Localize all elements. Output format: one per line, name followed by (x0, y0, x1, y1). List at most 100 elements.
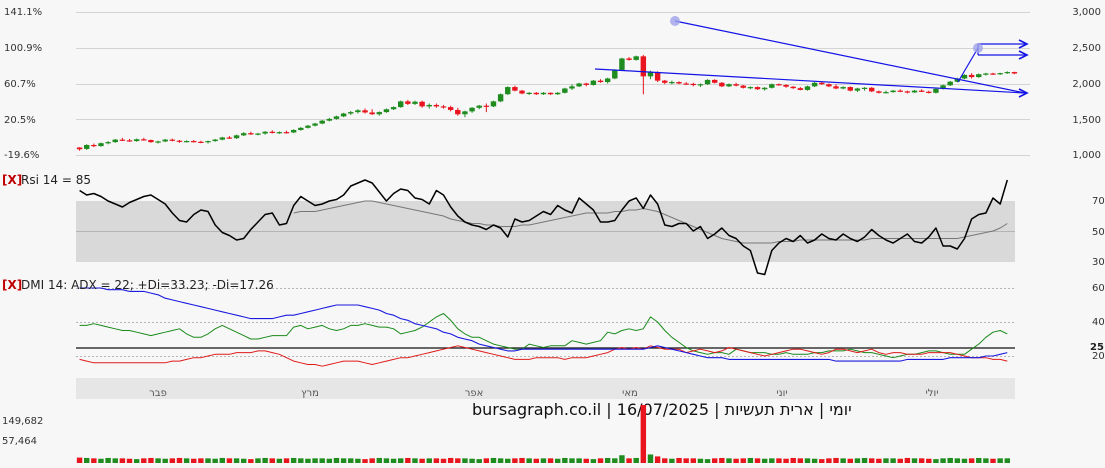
volume-bar (947, 457, 953, 463)
candle-body (619, 58, 625, 70)
candle-body (440, 106, 447, 108)
volume-bar (569, 458, 575, 463)
volume-bar (105, 457, 111, 463)
right-axis-tick: 1,000 (1072, 150, 1101, 161)
candle-body (369, 112, 375, 115)
volume-bar (333, 457, 340, 463)
candle-body (269, 131, 275, 133)
volume-bar (462, 458, 468, 463)
candle-body (847, 87, 854, 91)
candle-body (476, 105, 482, 108)
candle-body (519, 90, 525, 94)
volume-bar (590, 459, 597, 463)
volume-bar (440, 458, 447, 463)
candle-body (426, 104, 432, 107)
candle-body (469, 107, 475, 112)
candle-body (683, 83, 689, 85)
volume-bar (976, 457, 982, 463)
candle-body (83, 144, 90, 149)
volume-bar (148, 457, 154, 463)
volume-bar (726, 458, 732, 463)
volume-bar (83, 457, 90, 463)
volume-bar (405, 457, 411, 463)
candle-body (826, 84, 832, 87)
volume-bar (376, 457, 383, 463)
anchor-point[interactable] (670, 16, 680, 26)
candle-body (911, 90, 918, 93)
candle-body (462, 111, 468, 115)
anchor-point[interactable] (973, 43, 983, 53)
volume-bar (290, 457, 297, 463)
volume-bar (126, 458, 133, 463)
candle-body (968, 74, 975, 78)
volume-bar (312, 458, 318, 463)
volume-bar (918, 458, 925, 463)
candle-body (205, 141, 211, 143)
volume-bar (961, 458, 968, 463)
rsi-axis-tick: 70 (1092, 196, 1105, 207)
candle-body (298, 127, 304, 130)
volume-bar (604, 457, 611, 463)
candle-body (983, 73, 989, 75)
candle-body (355, 110, 361, 113)
volume-bar (412, 458, 418, 463)
candle-body (1011, 72, 1018, 74)
volume-bar (533, 458, 540, 463)
volume-bar (583, 458, 589, 463)
volume-bar (990, 458, 996, 463)
candle-body (312, 123, 318, 126)
candle-body (219, 137, 226, 140)
volume-bar (248, 459, 254, 463)
candle-body (654, 72, 661, 81)
dmi-close-button[interactable]: [X] (2, 278, 22, 292)
month-label: יוני (776, 388, 787, 399)
volume-bar (355, 458, 361, 463)
volume-bar (205, 458, 211, 463)
volume-bar (733, 458, 739, 463)
rsi-close-button[interactable]: [X] (2, 173, 22, 187)
volume-bar (804, 458, 811, 463)
volume-bar (883, 458, 889, 463)
candle-body (947, 81, 953, 86)
volume-bar (497, 458, 504, 463)
candle-body (390, 107, 397, 110)
candle-body (212, 139, 218, 142)
volume-bar (911, 458, 918, 463)
volume-bar (776, 458, 782, 463)
candle-body (918, 90, 925, 92)
dmi-axis-tick: 40 (1092, 317, 1105, 328)
volume-bar (868, 458, 875, 463)
candle-body (98, 143, 104, 147)
volume-bar (219, 457, 226, 463)
left-axis-tick: 141.1% (4, 7, 42, 18)
candle-body (191, 141, 197, 143)
volume-bar (547, 458, 554, 463)
volume-bar (833, 457, 839, 463)
volume-bar (554, 458, 561, 463)
volume-bar (626, 458, 632, 463)
candle-body (248, 133, 254, 135)
candle-body (890, 90, 896, 93)
volume-bar (926, 458, 932, 463)
candle-body (719, 82, 725, 87)
candle-body (804, 86, 811, 90)
candle-body (240, 133, 247, 136)
volume-bar (683, 458, 689, 463)
candle-body (540, 92, 547, 95)
volume-bar (419, 458, 425, 463)
volume-bar (754, 458, 761, 463)
volume-bar (362, 459, 368, 463)
volume-bar (854, 458, 861, 463)
candle-body (483, 105, 490, 107)
volume-bar (141, 458, 147, 463)
volume-bar (640, 405, 647, 463)
candle-body (726, 84, 732, 87)
volume-bar (326, 458, 333, 463)
candle-body (819, 82, 825, 85)
candle-body (376, 112, 383, 115)
candle-body (497, 94, 504, 102)
candle-body (233, 135, 240, 139)
candle-body (412, 101, 418, 104)
volume-bar (369, 458, 375, 463)
candle-body (897, 90, 903, 92)
